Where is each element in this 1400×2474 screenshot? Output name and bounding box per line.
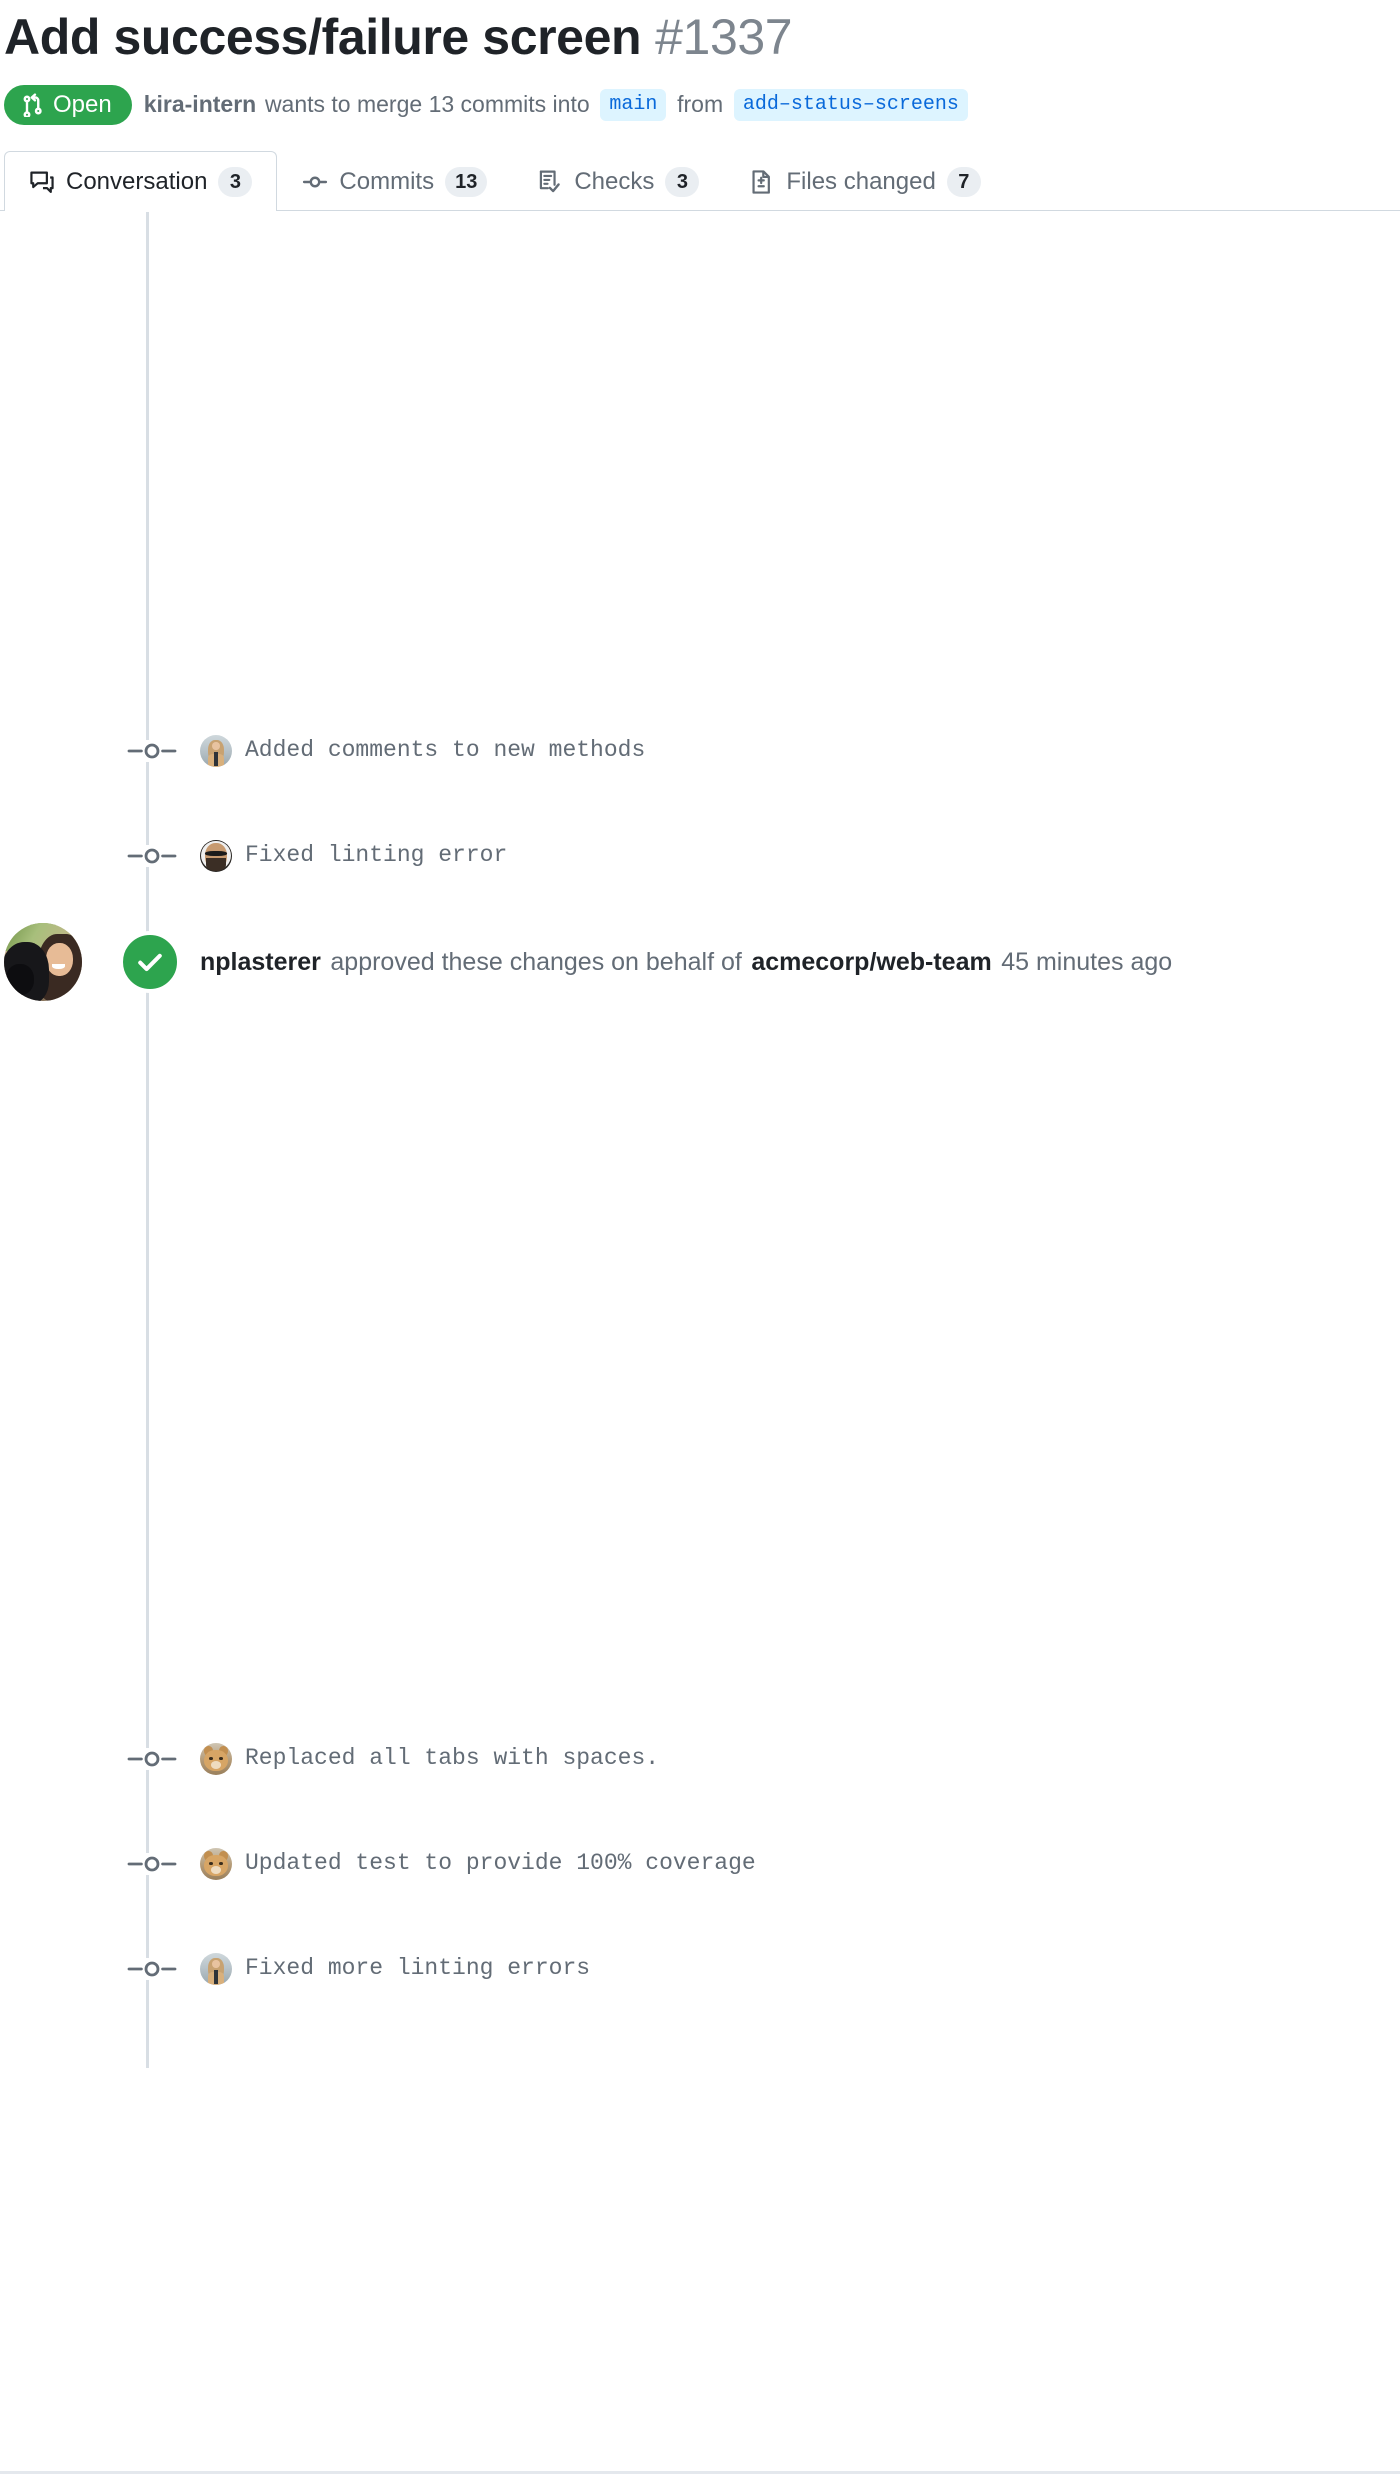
timeline-commit-row[interactable]: Fixed linting error <box>4 803 1400 908</box>
tab-commits-count: 13 <box>445 166 488 197</box>
avatar-art <box>200 735 232 767</box>
git-commit-icon <box>126 1747 178 1770</box>
timeline-commit-row[interactable]: Added comments to new methods <box>4 698 1400 803</box>
approval-timestamp: 45 minutes ago <box>1001 947 1173 976</box>
pull-request-header: Add success/failure screen #1337 Open ki… <box>0 0 1400 125</box>
avatar <box>200 1847 232 1880</box>
head-branch-tag[interactable]: add–status–screens <box>733 89 968 121</box>
git-commit-icon <box>126 739 178 762</box>
avatar-art <box>200 1848 232 1880</box>
commit-message[interactable]: Added comments to new methods <box>245 736 645 766</box>
pull-request-timeline: Added comments to new methods Fixed lint… <box>0 211 1400 2068</box>
approval-action: approved these changes on behalf of <box>330 947 742 976</box>
status-badge-label: Open <box>53 91 112 118</box>
avatar <box>200 734 232 767</box>
merge-text-before-base: wants to merge 13 commits into <box>264 91 590 118</box>
page-title: Add success/failure screen #1337 <box>4 8 1380 67</box>
tab-checks-count: 3 <box>665 166 700 197</box>
avatar-art <box>4 923 82 1001</box>
pull-request-page: Add success/failure screen #1337 Open ki… <box>0 0 1400 2474</box>
avatar[interactable] <box>4 923 82 1001</box>
git-commit-icon <box>126 1852 178 1875</box>
git-commit-icon <box>126 1957 178 1980</box>
tab-files-changed-label: Files changed <box>786 167 936 195</box>
tab-conversation-count: 3 <box>218 166 253 197</box>
avatar-art <box>200 1743 232 1775</box>
approval-message: nplasterer approved these changes on beha… <box>200 945 1172 980</box>
approval-actor[interactable]: nplasterer <box>200 948 321 976</box>
timeline-mid-space <box>4 1016 1400 1706</box>
timeline-top-space <box>4 211 1400 698</box>
tab-files-changed-count: 7 <box>946 166 981 197</box>
base-branch-tag[interactable]: main <box>600 89 667 121</box>
avatar <box>200 1952 232 1985</box>
approval-team[interactable]: acmecorp/web-team <box>751 948 991 976</box>
avatar-art <box>200 1953 232 1985</box>
merge-text-between: from <box>677 91 724 118</box>
pull-request-tabs: Conversation 3 Commits 13 Checks 3 Files… <box>0 151 1400 212</box>
avatar <box>200 839 232 872</box>
pull-request-number: #1337 <box>655 9 793 65</box>
tab-commits[interactable]: Commits 13 <box>277 151 512 211</box>
avatar <box>200 1742 232 1775</box>
tab-commits-label: Commits <box>339 167 435 195</box>
checklist-icon <box>537 169 563 195</box>
commit-message[interactable]: Fixed more linting errors <box>245 1954 590 1984</box>
check-circle-icon <box>119 931 181 993</box>
comment-discussion-icon <box>29 169 55 195</box>
file-diff-icon <box>749 169 775 195</box>
timeline-commit-row[interactable]: Updated test to provide 100% coverage <box>4 1811 1400 1916</box>
tab-files-changed[interactable]: Files changed 7 <box>724 151 1005 211</box>
pull-request-title: Add success/failure screen <box>4 9 642 65</box>
commit-message[interactable]: Updated test to provide 100% coverage <box>245 1849 756 1879</box>
pull-request-meta: Open kira-intern wants to merge 13 commi… <box>4 85 1380 125</box>
commit-message[interactable]: Fixed linting error <box>245 841 507 871</box>
tab-checks[interactable]: Checks 3 <box>512 151 724 211</box>
pr-author-link[interactable]: kira-intern <box>144 88 256 121</box>
timeline-commit-row[interactable]: Replaced all tabs with spaces. <box>4 1706 1400 1811</box>
avatar-art <box>200 840 232 872</box>
status-badge: Open <box>4 85 132 125</box>
timeline-approval-row: nplasterer approved these changes on beha… <box>4 908 1400 1016</box>
commit-message[interactable]: Replaced all tabs with spaces. <box>245 1744 659 1774</box>
git-commit-icon <box>302 169 328 195</box>
git-pull-request-icon <box>21 93 45 117</box>
merge-description: kira-intern wants to merge 13 commits in… <box>144 88 970 121</box>
timeline-bottom-space <box>4 2021 1400 2068</box>
tab-checks-label: Checks <box>574 167 655 195</box>
timeline-commit-row[interactable]: Fixed more linting errors <box>4 1916 1400 2021</box>
tab-conversation-label: Conversation <box>66 167 208 195</box>
tab-conversation[interactable]: Conversation 3 <box>4 151 278 212</box>
git-commit-icon <box>126 844 178 867</box>
